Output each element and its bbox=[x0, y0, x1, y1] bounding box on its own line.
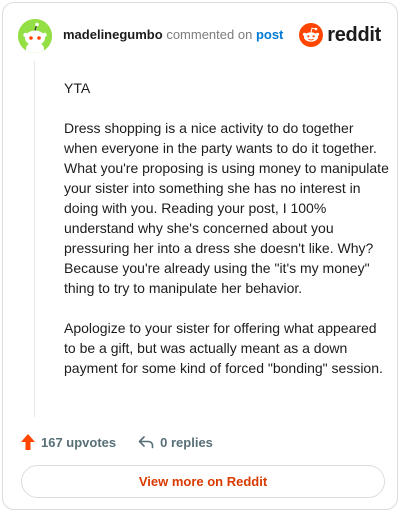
comment-actions: 167 upvotes 0 replies bbox=[21, 433, 213, 451]
comment-body: YTA Dress shopping is a nice activity to… bbox=[64, 78, 389, 398]
comment-embed-card: madelinegumbo commented on post reddit Y… bbox=[2, 2, 398, 510]
username-link[interactable]: madelinegumbo bbox=[63, 27, 163, 42]
comment-paragraph: Apologize to your sister for offering wh… bbox=[64, 320, 383, 376]
comment-paragraph: Dress shopping is a nice activity to do … bbox=[64, 120, 389, 296]
reply-count: 0 replies bbox=[160, 434, 213, 450]
reddit-wordmark: reddit bbox=[327, 23, 381, 46]
reddit-snoo-icon bbox=[299, 23, 324, 47]
comment-paragraph: YTA bbox=[64, 80, 91, 96]
action-text: commented on bbox=[166, 27, 253, 42]
comment-header: madelinegumbo commented on post reddit bbox=[18, 19, 383, 53]
upvote-button[interactable]: 167 upvotes bbox=[21, 434, 116, 450]
upvote-arrow-icon bbox=[21, 434, 35, 450]
thread-line bbox=[34, 61, 35, 417]
view-more-button[interactable]: View more on Reddit bbox=[21, 465, 385, 498]
reddit-logo[interactable]: reddit bbox=[299, 22, 381, 48]
reply-arrow-icon bbox=[138, 436, 154, 449]
upvote-count: 167 upvotes bbox=[41, 434, 117, 450]
replies-button[interactable]: 0 replies bbox=[138, 435, 213, 450]
avatar[interactable] bbox=[18, 19, 52, 53]
post-link[interactable]: post bbox=[256, 27, 283, 42]
comment-meta: madelinegumbo commented on post bbox=[63, 27, 283, 43]
snoo-avatar-icon bbox=[18, 19, 52, 53]
